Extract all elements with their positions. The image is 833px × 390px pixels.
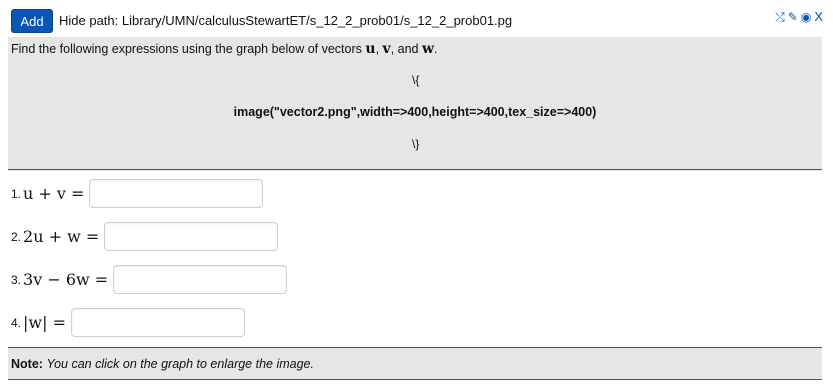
vector-u: u: [365, 41, 376, 57]
prompt-sep1: ,: [375, 42, 380, 56]
answer-number: 2.: [11, 229, 22, 244]
image-code[interactable]: image("vector2.png",width=>400,height=>4…: [8, 105, 822, 119]
answer-expression: u + v =: [23, 184, 85, 203]
answer-row-4: 4. |w| =: [11, 308, 245, 337]
shuffle-icon[interactable]: ⤮: [775, 10, 785, 24]
answer-expression: 3v − 6w =: [23, 270, 109, 289]
divider-bottom: [8, 379, 822, 380]
hide-path: Hide path: Library/UMN/calculusStewartET…: [59, 13, 512, 28]
answers-area: 1. u + v = 2. 2u + w = 3. 3v − 6w = 4. |…: [8, 171, 822, 347]
tex-close: \}: [412, 137, 420, 151]
tex-open: \{: [412, 73, 420, 87]
prompt-period: .: [434, 42, 438, 56]
answer-number: 3.: [11, 272, 22, 287]
add-button[interactable]: Add: [11, 9, 53, 33]
answer-input-2[interactable]: [104, 222, 279, 251]
answer-input-1[interactable]: [89, 179, 264, 208]
prompt-sep2: , and: [390, 42, 419, 56]
problem-actions: ⤮ ✎ ◉ X: [775, 10, 823, 25]
answer-number: 4.: [11, 315, 22, 330]
answer-row-3: 3. 3v − 6w =: [11, 265, 288, 294]
answer-expression: |w| =: [23, 313, 66, 332]
hide-path-link[interactable]: Hide path:: [59, 13, 118, 28]
answer-row-1: 1. u + v =: [11, 179, 264, 208]
top-toolbar: Add Hide path: Library/UMN/calculusStewa…: [0, 0, 833, 36]
vector-w: w: [421, 41, 435, 57]
answer-number: 1.: [11, 186, 22, 201]
prompt-text: Find the following expressions using the…: [11, 42, 362, 56]
vector-v: v: [382, 41, 391, 57]
close-icon[interactable]: X: [814, 10, 823, 24]
view-icon[interactable]: ◉: [801, 10, 811, 24]
answer-row-2: 2. 2u + w =: [11, 222, 279, 251]
divider-middle: [8, 347, 822, 348]
problem-body: Find the following expressions using the…: [8, 37, 822, 380]
edit-icon[interactable]: ✎: [788, 10, 798, 24]
problem-prompt: Find the following expressions using the…: [11, 41, 438, 57]
note: Note: You can click on the graph to enla…: [11, 357, 314, 371]
answer-expression: 2u + w =: [23, 227, 100, 246]
note-label: Note:: [11, 357, 43, 371]
answer-input-4[interactable]: [70, 308, 245, 337]
divider-top: [8, 169, 822, 170]
problem-path: Library/UMN/calculusStewartET/s_12_2_pro…: [121, 13, 513, 28]
note-text: You can click on the graph to enlarge th…: [46, 357, 314, 371]
answer-input-3[interactable]: [113, 265, 288, 294]
